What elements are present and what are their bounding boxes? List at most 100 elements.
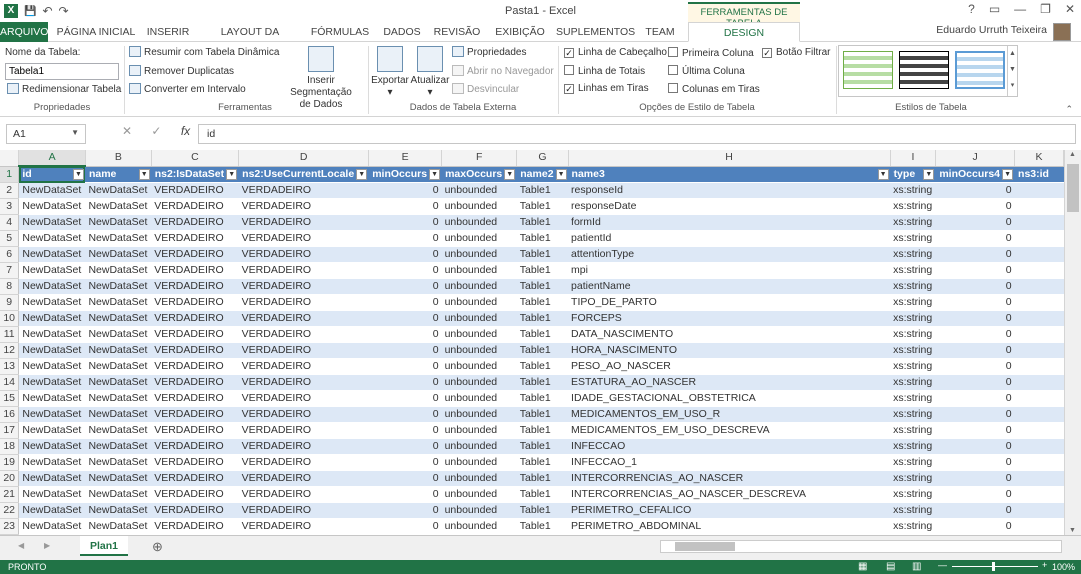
table-cell[interactable] bbox=[1014, 214, 1064, 231]
table-cell[interactable]: unbounded bbox=[441, 390, 517, 407]
table-cell[interactable] bbox=[1014, 246, 1064, 263]
table-cell[interactable]: INTERCORRENCIAS_AO_NASCER_DESCREVA bbox=[568, 486, 891, 503]
tab-exibicao[interactable]: EXIBIÇÃO bbox=[490, 22, 550, 42]
tab-arquivo[interactable]: ARQUIVO bbox=[0, 22, 48, 42]
table-cell[interactable]: MEDICAMENTOS_EM_USO_R bbox=[568, 406, 891, 423]
table-cell[interactable]: Table1 bbox=[516, 294, 569, 311]
table-cell[interactable]: NewDataSet bbox=[18, 454, 86, 471]
table-cell[interactable]: Table1 bbox=[516, 454, 569, 471]
table-style-blue-selected[interactable] bbox=[955, 51, 1005, 89]
table-cell[interactable]: NewDataSet bbox=[85, 358, 152, 375]
row-header[interactable]: 6 bbox=[0, 246, 20, 263]
table-cell[interactable]: 0 bbox=[368, 278, 442, 295]
table-cell[interactable]: xs:string bbox=[890, 182, 936, 199]
sheet-next-icon[interactable]: ▶ bbox=[44, 541, 50, 550]
table-cell[interactable]: mpi bbox=[568, 262, 891, 279]
table-cell[interactable] bbox=[1014, 454, 1064, 471]
table-cell[interactable]: MEDICAMENTOS_EM_USO_DESCREVA bbox=[568, 422, 891, 439]
table-cell[interactable]: unbounded bbox=[441, 502, 517, 519]
table-cell[interactable]: unbounded bbox=[441, 326, 517, 343]
table-cell[interactable]: PERIMETRO_ABDOMINAL bbox=[568, 518, 891, 535]
row-header[interactable]: 9 bbox=[0, 294, 20, 311]
formula-input[interactable]: id bbox=[198, 124, 1076, 144]
table-cell[interactable]: Table1 bbox=[516, 214, 569, 231]
table-cell[interactable] bbox=[1014, 518, 1064, 535]
gallery-scroll[interactable]: ▲ ▼ ▾ bbox=[1007, 46, 1017, 96]
table-cell[interactable]: 0 bbox=[935, 406, 1015, 423]
table-cell[interactable]: NewDataSet bbox=[85, 438, 152, 455]
table-cell[interactable]: NewDataSet bbox=[85, 326, 152, 343]
table-cell[interactable]: xs:string bbox=[890, 422, 936, 439]
banded-columns-checkbox[interactable]: Colunas em Tiras bbox=[668, 83, 760, 95]
table-cell[interactable]: 0 bbox=[368, 230, 442, 247]
banded-rows-checkbox[interactable]: ✓ Linhas em Tiras bbox=[564, 83, 649, 94]
table-cell[interactable]: Table1 bbox=[516, 262, 569, 279]
table-cell[interactable]: responseDate bbox=[568, 198, 891, 215]
table-cell[interactable]: NewDataSet bbox=[85, 278, 152, 295]
table-cell[interactable]: 0 bbox=[368, 518, 442, 535]
table-cell[interactable]: 0 bbox=[368, 406, 442, 423]
table-column-header[interactable]: name ▼ bbox=[85, 166, 152, 183]
convert-range-button[interactable]: Converter em Intervalo bbox=[129, 83, 246, 95]
table-column-header[interactable]: name2 ▼ bbox=[516, 166, 569, 183]
table-cell[interactable]: 0 bbox=[935, 326, 1015, 343]
tab-suplementos[interactable]: SUPLEMENTOS bbox=[556, 22, 635, 42]
name-box-dropdown-icon[interactable]: ▼ bbox=[71, 128, 79, 137]
table-cell[interactable]: VERDADEIRO bbox=[151, 422, 239, 439]
table-cell[interactable]: 0 bbox=[935, 374, 1015, 391]
table-cell[interactable] bbox=[1014, 326, 1064, 343]
table-cell[interactable]: NewDataSet bbox=[18, 502, 86, 519]
table-cell[interactable]: VERDADEIRO bbox=[151, 454, 239, 471]
table-cell[interactable]: NewDataSet bbox=[18, 486, 86, 503]
table-cell[interactable]: 0 bbox=[368, 310, 442, 327]
table-cell[interactable]: xs:string bbox=[890, 374, 936, 391]
column-header-g[interactable]: G bbox=[516, 150, 569, 167]
table-cell[interactable]: FORCEPS bbox=[568, 310, 891, 327]
row-header[interactable]: 21 bbox=[0, 486, 20, 503]
row-header[interactable]: 19 bbox=[0, 454, 20, 471]
filter-dropdown-icon[interactable]: ▼ bbox=[923, 168, 935, 180]
table-cell[interactable]: VERDADEIRO bbox=[238, 406, 369, 423]
scroll-up-icon[interactable]: ▲ bbox=[1069, 151, 1076, 158]
table-cell[interactable]: xs:string bbox=[890, 278, 936, 295]
table-cell[interactable]: VERDADEIRO bbox=[238, 470, 369, 487]
table-cell[interactable]: 0 bbox=[935, 198, 1015, 215]
table-cell[interactable]: NewDataSet bbox=[85, 502, 152, 519]
table-cell[interactable]: VERDADEIRO bbox=[151, 310, 239, 327]
table-cell[interactable]: IDADE_GESTACIONAL_OBSTETRICA bbox=[568, 390, 891, 407]
table-cell[interactable] bbox=[1014, 342, 1064, 359]
table-cell[interactable]: xs:string bbox=[890, 294, 936, 311]
column-header-e[interactable]: E bbox=[368, 150, 443, 167]
table-cell[interactable]: VERDADEIRO bbox=[238, 326, 369, 343]
table-cell[interactable]: unbounded bbox=[441, 342, 517, 359]
table-cell[interactable]: 0 bbox=[368, 326, 442, 343]
table-cell[interactable]: VERDADEIRO bbox=[151, 374, 239, 391]
refresh-button[interactable]: Atualizar ▾ bbox=[410, 46, 450, 99]
table-cell[interactable] bbox=[1014, 198, 1064, 215]
user-name[interactable]: Eduardo Urruth Teixeira bbox=[936, 24, 1047, 36]
row-header[interactable]: 18 bbox=[0, 438, 20, 455]
row-header[interactable]: 17 bbox=[0, 422, 20, 439]
zoom-level[interactable]: 100% bbox=[1052, 562, 1075, 572]
table-cell[interactable]: unbounded bbox=[441, 422, 517, 439]
table-cell[interactable]: NewDataSet bbox=[85, 182, 152, 199]
table-cell[interactable]: Table1 bbox=[516, 406, 569, 423]
table-cell[interactable]: 0 bbox=[935, 422, 1015, 439]
table-cell[interactable]: xs:string bbox=[890, 310, 936, 327]
table-cell[interactable]: 0 bbox=[935, 438, 1015, 455]
close-button[interactable]: ✕ bbox=[1065, 2, 1075, 16]
table-cell[interactable]: 0 bbox=[935, 230, 1015, 247]
table-cell[interactable]: patientId bbox=[568, 230, 891, 247]
table-column-header[interactable]: id ▼ bbox=[18, 166, 86, 183]
table-cell[interactable]: VERDADEIRO bbox=[151, 326, 239, 343]
tab-formulas[interactable]: FÓRMULAS bbox=[308, 22, 372, 42]
table-cell[interactable]: unbounded bbox=[441, 438, 517, 455]
table-cell[interactable]: VERDADEIRO bbox=[238, 310, 369, 327]
table-cell[interactable]: VERDADEIRO bbox=[151, 214, 239, 231]
table-cell[interactable]: 0 bbox=[935, 358, 1015, 375]
table-cell[interactable]: Table1 bbox=[516, 326, 569, 343]
table-cell[interactable]: unbounded bbox=[441, 182, 517, 199]
table-cell[interactable]: Table1 bbox=[516, 246, 569, 263]
add-sheet-icon[interactable]: ⊕ bbox=[152, 539, 163, 555]
avatar[interactable] bbox=[1053, 23, 1071, 41]
